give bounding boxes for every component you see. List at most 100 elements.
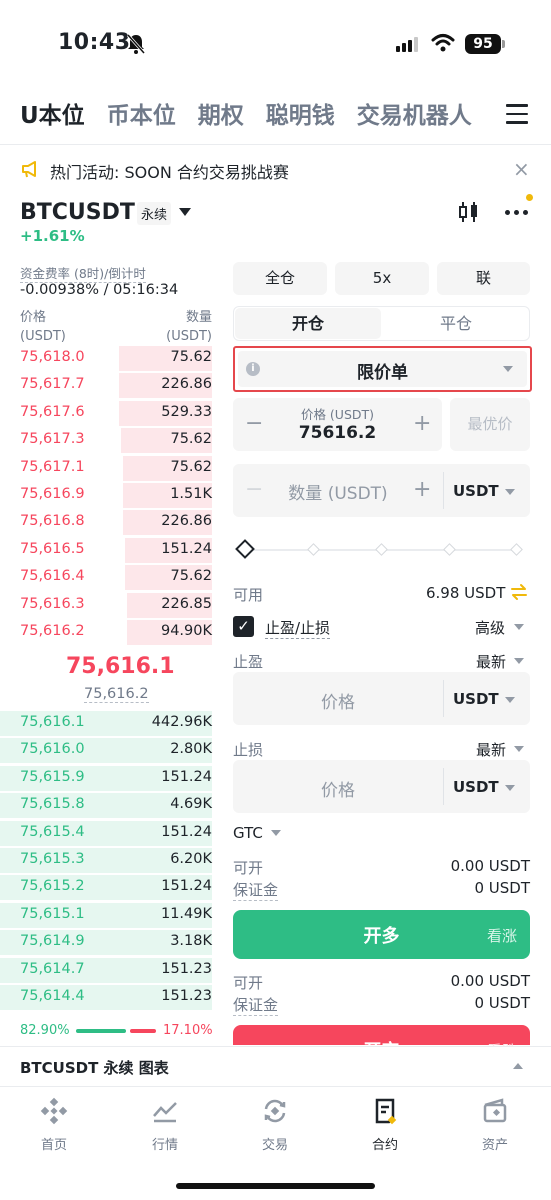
orderbook-price[interactable]: 75,615.3 (20, 851, 85, 867)
slider-step-25[interactable] (307, 543, 320, 556)
close-icon[interactable]: × (513, 157, 530, 181)
orderbook-qty[interactable]: 151.24 (161, 878, 212, 894)
nav-assets[interactable]: 资产 (460, 1096, 530, 1153)
orderbook-qty[interactable]: 151.24 (161, 769, 212, 785)
nav-markets[interactable]: 行情 (130, 1096, 200, 1153)
orderbook-price[interactable]: 75,616.8 (20, 513, 85, 529)
chevron-down-icon[interactable] (179, 208, 191, 216)
chart-drawer-label[interactable]: BTCUSDT 永续 图表 (20, 1057, 169, 1078)
orderbook-row[interactable]: 75,615.3 6.20K (0, 848, 212, 875)
orderbook-row[interactable]: 75,616.9 1.51K (0, 483, 212, 510)
quantity-placeholder[interactable]: 数量 (USDT) (233, 479, 443, 504)
orderbook-row[interactable]: 75,616.5 151.24 (0, 537, 212, 565)
tpsl-checkbox[interactable]: ✓ (233, 616, 254, 637)
mark-price[interactable]: 75,616.2 (84, 686, 149, 703)
order-type-label[interactable]: 限价单 (238, 358, 527, 383)
orderbook-qty[interactable]: 1.51K (170, 486, 212, 502)
tp-trigger-select[interactable]: 最新 (476, 651, 506, 672)
orderbook-qty[interactable]: 151.23 (161, 988, 212, 1004)
tpsl-label[interactable]: 止盈/止损 (265, 617, 331, 639)
nav-trade[interactable]: 交易 (240, 1096, 310, 1153)
orderbook-price[interactable]: 75,615.2 (20, 878, 85, 894)
orderbook-qty[interactable]: 75.62 (170, 349, 212, 365)
tab-usdm[interactable]: U本位 (20, 96, 85, 130)
orderbook-price[interactable]: 75,616.4 (20, 568, 85, 584)
orderbook-row[interactable]: 75,617.3 75.62 (0, 428, 212, 455)
orderbook-price[interactable]: 75,616.0 (20, 741, 85, 757)
best-price-button[interactable]: 最优价 (450, 398, 530, 451)
orderbook-row[interactable]: 75,617.6 529.33 (0, 400, 212, 428)
orderbook-qty[interactable]: 4.69K (170, 796, 212, 812)
advanced-select[interactable]: 高级 (475, 617, 505, 638)
orderbook-qty[interactable]: 226.86 (161, 513, 212, 529)
tab-open-position[interactable]: 开仓 (235, 308, 381, 339)
orderbook-price[interactable]: 75,616.9 (20, 486, 85, 502)
nav-futures[interactable]: 合约 (350, 1096, 420, 1153)
chevron-down-icon[interactable] (503, 366, 513, 372)
orderbook-row[interactable]: 75,615.1 11.49K (0, 902, 212, 930)
orderbook-row[interactable]: 75,614.4 151.23 (0, 985, 212, 1012)
chevron-down-icon[interactable] (271, 830, 281, 836)
symbol-name[interactable]: BTCUSDT (20, 200, 135, 225)
orderbook-qty[interactable]: 11.49K (161, 906, 212, 922)
orderbook-price[interactable]: 75,615.8 (20, 796, 85, 812)
orderbook-row[interactable]: 75,616.3 226.85 (0, 592, 212, 620)
orderbook-row[interactable]: 75,616.0 2.80K (0, 738, 212, 765)
orderbook-row[interactable]: 75,614.7 151.23 (0, 957, 212, 985)
orderbook-qty[interactable]: 2.80K (170, 741, 212, 757)
orderbook-price[interactable]: 75,614.9 (20, 933, 85, 949)
chevron-up-icon[interactable] (513, 1063, 523, 1069)
price-input-value[interactable]: 75616.2 (233, 423, 442, 443)
orderbook-row[interactable]: 75,616.8 226.86 (0, 510, 212, 537)
sl-unit-select[interactable]: USDT (453, 778, 499, 796)
slider-handle[interactable] (235, 539, 255, 559)
orderbook-row[interactable]: 75,617.7 226.86 (0, 373, 212, 400)
chevron-down-icon[interactable] (505, 785, 515, 791)
orderbook-qty[interactable]: 151.23 (161, 961, 212, 977)
leverage-button[interactable]: 5x (335, 262, 429, 295)
candlestick-chart-icon[interactable] (458, 200, 480, 228)
tab-smart-money[interactable]: 聪明钱 (266, 96, 335, 130)
tab-coinm[interactable]: 币本位 (107, 96, 176, 130)
qty-unit-select[interactable]: USDT (453, 482, 499, 500)
more-icon[interactable] (505, 210, 528, 215)
orderbook-price[interactable]: 75,617.7 (20, 376, 85, 392)
orderbook-price[interactable]: 75,615.1 (20, 906, 85, 922)
orderbook-row[interactable]: 75,615.4 151.24 (0, 820, 212, 848)
slider-step-50[interactable] (375, 543, 388, 556)
orderbook-price[interactable]: 75,614.4 (20, 988, 85, 1004)
slider-step-100[interactable] (510, 543, 523, 556)
chevron-down-icon[interactable] (505, 489, 515, 495)
orderbook-price[interactable]: 75,616.3 (20, 596, 85, 612)
funding-rate-label[interactable]: 资金费率 (8时)/倒计时 (20, 263, 146, 283)
open-long-sublabel[interactable]: 看涨 (487, 925, 517, 946)
orderbook-qty[interactable]: 529.33 (161, 404, 212, 420)
orderbook-qty[interactable]: 75.62 (170, 431, 212, 447)
tab-options[interactable]: 期权 (198, 96, 244, 130)
orderbook-qty[interactable]: 226.86 (161, 376, 212, 392)
orderbook-price[interactable]: 75,617.6 (20, 404, 85, 420)
orderbook-qty[interactable]: 6.20K (170, 851, 212, 867)
orderbook-qty[interactable]: 94.90K (161, 623, 212, 639)
orderbook-row[interactable]: 75,614.9 3.18K (0, 930, 212, 957)
sl-trigger-select[interactable]: 最新 (476, 739, 506, 760)
orderbook-qty[interactable]: 3.18K (170, 933, 212, 949)
orderbook-price[interactable]: 75,616.5 (20, 541, 85, 557)
promo-banner-text[interactable]: 热门活动: SOON 合约交易挑战赛 (50, 159, 289, 183)
orderbook-qty[interactable]: 75.62 (170, 459, 212, 475)
increase-qty-button[interactable]: + (413, 477, 431, 502)
orderbook-price[interactable]: 75,618.0 (20, 349, 85, 365)
menu-icon[interactable] (506, 104, 528, 130)
chevron-down-icon[interactable] (505, 697, 515, 703)
open-long-label[interactable]: 开多 (233, 922, 530, 948)
orderbook-price[interactable]: 75,617.1 (20, 459, 85, 475)
orderbook-qty[interactable]: 75.62 (170, 568, 212, 584)
orderbook-row[interactable]: 75,615.2 151.24 (0, 875, 212, 902)
tp-unit-select[interactable]: USDT (453, 690, 499, 708)
slider-step-75[interactable] (443, 543, 456, 556)
orderbook-row[interactable]: 75,615.8 4.69K (0, 793, 212, 820)
orderbook-qty[interactable]: 151.24 (161, 541, 212, 557)
increase-price-button[interactable]: + (413, 411, 431, 436)
time-in-force-select[interactable]: GTC (233, 824, 263, 842)
orderbook-price[interactable]: 75,614.7 (20, 961, 85, 977)
